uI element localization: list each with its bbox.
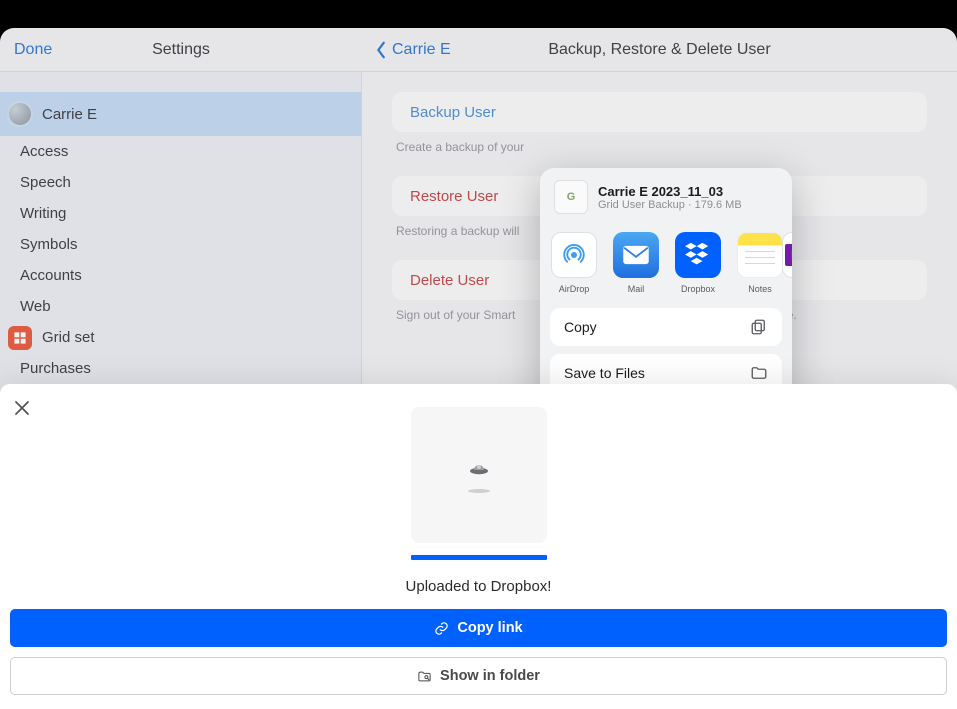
notes-icon — [737, 232, 783, 278]
share-file-meta: Grid User Backup · 179.6 MB — [598, 199, 778, 211]
share-file-header: G Carrie E 2023_11_03 Grid User Backup ·… — [540, 178, 792, 224]
topbar-right: Carrie E Backup, Restore & Delete User — [362, 28, 957, 71]
file-icon: G — [554, 180, 588, 214]
airdrop-icon — [551, 232, 597, 278]
share-app-notes[interactable]: Notes — [736, 232, 784, 294]
save-files-label: Save to Files — [564, 365, 645, 381]
dropbox-uploaded-sheet: Uploaded to Dropbox! Copy link Show in f… — [0, 384, 957, 709]
sidebar-item-speech[interactable]: Speech — [0, 167, 361, 198]
mail-icon — [613, 232, 659, 278]
progress-underline — [411, 555, 547, 560]
file-preview — [411, 407, 547, 543]
back-label: Carrie E — [392, 41, 451, 59]
sidebar-item-symbols[interactable]: Symbols — [0, 229, 361, 260]
settings-title: Settings — [0, 41, 362, 59]
share-app-label: AirDrop — [559, 284, 590, 294]
topbar: Done Settings Carrie E Backup, Restore &… — [0, 28, 957, 72]
sidebar-item-user[interactable]: Carrie E — [0, 92, 361, 136]
done-button[interactable]: Done — [14, 41, 52, 59]
back-button[interactable]: Carrie E — [374, 41, 451, 59]
link-icon — [434, 621, 449, 636]
close-button[interactable] — [10, 396, 34, 425]
share-file-name: Carrie E 2023_11_03 — [598, 184, 778, 199]
folder-search-icon — [417, 669, 432, 684]
copy-link-button[interactable]: Copy link — [10, 609, 947, 647]
share-action-copy[interactable]: Copy — [550, 308, 782, 346]
share-app-dropbox[interactable]: Dropbox — [674, 232, 722, 294]
dropbox-icon — [675, 232, 721, 278]
backup-user-button[interactable]: Backup User — [392, 92, 927, 132]
uploaded-status: Uploaded to Dropbox! — [10, 578, 947, 595]
ufo-icon — [467, 457, 491, 481]
sidebar-item-gridset[interactable]: Grid set — [0, 322, 361, 353]
gridset-icon — [8, 326, 32, 350]
avatar — [8, 102, 32, 126]
app-window: Done Settings Carrie E Backup, Restore &… — [0, 28, 957, 709]
share-app-airdrop[interactable]: AirDrop — [550, 232, 598, 294]
copy-label: Copy — [564, 319, 597, 335]
folder-icon — [750, 364, 768, 382]
copy-link-label: Copy link — [457, 620, 522, 636]
gridset-label: Grid set — [42, 329, 95, 346]
sidebar-item-access[interactable]: Access — [0, 136, 361, 167]
share-app-mail[interactable]: Mail — [612, 232, 660, 294]
sidebar-item-web[interactable]: Web — [0, 291, 361, 322]
topbar-left: Done Settings — [0, 28, 362, 71]
sidebar-item-purchases[interactable]: Purchases — [0, 353, 361, 384]
show-in-folder-button[interactable]: Show in folder — [10, 657, 947, 695]
share-app-label: Notes — [748, 284, 772, 294]
sidebar-item-accounts[interactable]: Accounts — [0, 260, 361, 291]
share-app-label: Mail — [628, 284, 645, 294]
close-icon — [14, 400, 30, 416]
share-app-row: AirDrop Mail Dropbox Notes O… — [540, 224, 792, 300]
onenote-icon — [782, 232, 792, 278]
chevron-left-icon — [374, 41, 388, 59]
sidebar-item-writing[interactable]: Writing — [0, 198, 361, 229]
share-app-label: Dropbox — [681, 284, 715, 294]
backup-subtext: Create a backup of your — [392, 140, 927, 154]
copy-icon — [750, 318, 768, 336]
page-title: Backup, Restore & Delete User — [362, 41, 957, 59]
show-in-folder-label: Show in folder — [440, 668, 540, 684]
user-name: Carrie E — [42, 106, 97, 123]
